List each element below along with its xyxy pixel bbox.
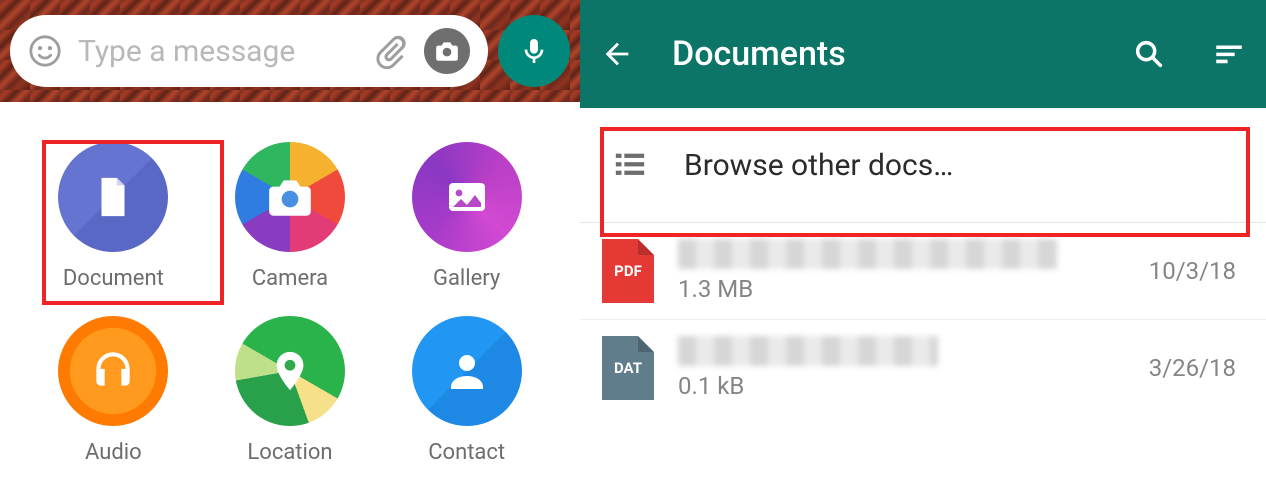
file-size: 1.3 MB: [678, 275, 1125, 303]
attachment-label: Camera: [252, 266, 328, 291]
attachment-camera[interactable]: Camera: [207, 142, 374, 291]
documents-appbar: Documents: [580, 0, 1266, 108]
attachment-gallery[interactable]: Gallery: [383, 142, 550, 291]
camera-icon: [265, 172, 315, 222]
attachment-label: Contact: [428, 440, 505, 465]
file-info: 1.3 MB: [678, 239, 1125, 303]
file-name-redacted: [678, 336, 938, 366]
file-row-pdf[interactable]: PDF 1.3 MB 10/3/18: [580, 223, 1266, 320]
attachment-contact[interactable]: Contact: [383, 316, 550, 465]
voice-message-button[interactable]: [498, 15, 570, 87]
attach-icon[interactable]: [372, 33, 408, 69]
attachment-label: Location: [247, 440, 332, 465]
attachment-grid: Document Camera Gallery Audio: [0, 102, 580, 475]
documents-picker-panel: Documents Browse other docs… PDF 1.3 MB …: [580, 0, 1266, 501]
pdf-file-icon: PDF: [602, 239, 654, 303]
camera-quick-icon[interactable]: [424, 28, 470, 74]
emoji-icon[interactable]: [28, 34, 62, 68]
whatsapp-chat-panel: Type a message Document Camera: [0, 0, 580, 501]
attachment-label: Document: [63, 266, 164, 291]
list-icon: [610, 148, 650, 182]
file-name-redacted: [678, 239, 1058, 269]
message-placeholder: Type a message: [78, 34, 356, 69]
browse-other-docs[interactable]: Browse other docs…: [580, 108, 1266, 223]
location-pin-icon: [267, 344, 313, 398]
attachment-location[interactable]: Location: [207, 316, 374, 465]
person-icon: [443, 347, 491, 395]
document-icon: [90, 174, 136, 220]
file-size: 0.1 kB: [678, 372, 1125, 400]
attachment-label: Audio: [85, 440, 142, 465]
dat-file-icon: DAT: [602, 336, 654, 400]
file-row-dat[interactable]: DAT 0.1 kB 3/26/18: [580, 320, 1266, 416]
attachment-label: Gallery: [433, 266, 500, 291]
appbar-title: Documents: [672, 34, 1104, 74]
search-icon[interactable]: [1132, 37, 1166, 71]
file-date: 10/3/18: [1149, 257, 1236, 285]
sort-icon[interactable]: [1212, 37, 1246, 71]
file-date: 3/26/18: [1149, 354, 1236, 382]
message-input-pill[interactable]: Type a message: [10, 15, 488, 87]
attachment-document[interactable]: Document: [30, 142, 197, 291]
gallery-icon: [443, 173, 491, 221]
chat-input-bar: Type a message: [0, 0, 580, 102]
browse-label: Browse other docs…: [684, 148, 953, 183]
back-icon[interactable]: [600, 37, 634, 71]
headphones-icon: [88, 346, 138, 396]
attachment-audio[interactable]: Audio: [30, 316, 197, 465]
file-info: 0.1 kB: [678, 336, 1125, 400]
